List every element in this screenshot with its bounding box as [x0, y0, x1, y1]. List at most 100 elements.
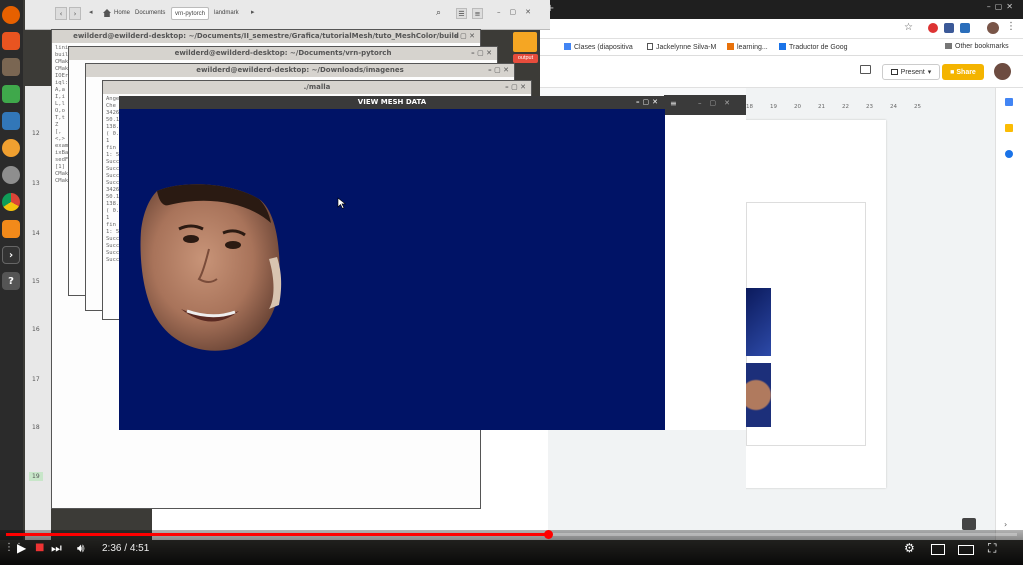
- breadcrumb-home[interactable]: Home: [111, 7, 133, 20]
- folder-icon: [945, 43, 952, 49]
- share-button[interactable]: ■ Share: [942, 64, 984, 80]
- present-label: Present: [900, 68, 925, 76]
- line-number: 14: [32, 230, 40, 237]
- bookmark-label: Clases (diapositiva: [574, 44, 633, 51]
- tasks-icon[interactable]: [1005, 150, 1013, 158]
- mesh-canvas[interactable]: [119, 109, 665, 430]
- firefox-icon[interactable]: [2, 6, 20, 24]
- folder-icon[interactable]: [513, 32, 537, 52]
- settings-icon[interactable]: [2, 166, 20, 184]
- terminal-icon[interactable]: ›: [2, 246, 20, 264]
- mesh-viewer-window[interactable]: VIEW MESH DATA –▢✕: [119, 96, 665, 430]
- document-icon: [647, 43, 653, 50]
- menu-icon[interactable]: ⋮: [1006, 21, 1016, 32]
- ruler-tick: 20: [794, 104, 801, 110]
- title-text: ./malla: [303, 83, 331, 91]
- bookmark-item[interactable]: learning...: [727, 43, 768, 51]
- present-button[interactable]: Present ▾: [882, 64, 940, 80]
- files-icon[interactable]: [2, 58, 20, 76]
- line-number: 19: [29, 472, 43, 481]
- time-display: 2:36 / 4:51: [102, 543, 150, 554]
- face-thumbnail[interactable]: [746, 363, 771, 427]
- chevron-left-icon[interactable]: ◂: [89, 8, 93, 16]
- window-controls[interactable]: – ▢ ✕: [454, 30, 475, 43]
- window-controls[interactable]: – ▢ ✕: [488, 64, 509, 77]
- libreoffice-writer-icon[interactable]: [2, 112, 20, 130]
- keep-icon[interactable]: [1005, 124, 1013, 132]
- profile-icon[interactable]: [987, 22, 999, 34]
- time-total: 4:51: [129, 543, 150, 554]
- chrome-tab-strip: + –▢✕: [540, 0, 1023, 19]
- bookmark-item[interactable]: Traductor de Goog: [779, 43, 848, 51]
- bookmark-item[interactable]: Clases (diapositiva: [564, 43, 633, 51]
- line-number: 13: [32, 180, 40, 187]
- document-background: [548, 430, 746, 540]
- window-titlebar[interactable]: ≡ –▢✕: [664, 95, 746, 115]
- chevron-right-icon[interactable]: ▸: [251, 8, 255, 16]
- title-text: ewilderd@ewilderd-desktop: ~/Documents/I…: [73, 32, 459, 40]
- breadcrumb-vrn-pytorch[interactable]: vrn-pytorch: [171, 7, 210, 20]
- progress-scrubber[interactable]: [544, 530, 553, 539]
- miniplayer-icon[interactable]: [931, 544, 945, 555]
- comment-icon[interactable]: [860, 65, 871, 74]
- other-bookmarks[interactable]: Other bookmarks: [945, 43, 1009, 50]
- bookmark-icon: [727, 43, 734, 50]
- breadcrumb-landmark[interactable]: landmark: [211, 7, 242, 20]
- extension-icon[interactable]: [944, 23, 954, 33]
- menu-icon[interactable]: ≡: [472, 8, 483, 19]
- calendar-icon[interactable]: [1005, 98, 1013, 106]
- eye: [183, 235, 199, 243]
- breadcrumb-documents[interactable]: Documents: [132, 7, 168, 20]
- theater-icon[interactable]: [958, 545, 974, 555]
- ruler-tick: 22: [842, 104, 849, 110]
- avatar[interactable]: [994, 63, 1011, 80]
- rhythmbox-icon[interactable]: [2, 139, 20, 157]
- bookmark-icon: [564, 43, 571, 50]
- libreoffice-calc-icon[interactable]: [2, 85, 20, 103]
- chevron-right-icon[interactable]: ›: [1004, 520, 1007, 529]
- window-controls[interactable]: –▢✕: [987, 2, 1017, 11]
- volume-icon[interactable]: 🔊︎: [77, 541, 85, 555]
- bookmark-label: Other bookmarks: [955, 43, 1009, 50]
- lock-icon: ■: [950, 68, 955, 76]
- play-icon[interactable]: ▶: [17, 541, 26, 555]
- chevron-down-icon: ▾: [927, 69, 932, 76]
- folder-label[interactable]: output: [513, 54, 538, 63]
- line-number: 12: [32, 130, 40, 137]
- help-icon[interactable]: ?: [2, 272, 20, 290]
- window-controls[interactable]: – ▢ ✕: [471, 47, 492, 60]
- line-number: 18: [32, 424, 40, 431]
- slide-filmstrip: 12 13 14 15 16 17 18 19: [25, 86, 51, 540]
- star-icon[interactable]: ☆: [904, 22, 913, 33]
- window-controls[interactable]: –▢✕: [497, 8, 540, 16]
- window-controls[interactable]: –▢✕: [636, 96, 661, 109]
- back-icon[interactable]: ‹: [55, 7, 67, 20]
- settings-icon[interactable]: ⚙: [904, 541, 915, 555]
- stop-icon[interactable]: ■: [35, 541, 44, 555]
- mesh-thumbnail[interactable]: [746, 288, 771, 356]
- add-slide-icon[interactable]: [962, 518, 976, 530]
- window-title: ewilderd@ewilderd-desktop: ~/Documents/v…: [69, 47, 497, 60]
- extension-icon[interactable]: [960, 23, 970, 33]
- list-view-icon[interactable]: ☰: [456, 8, 467, 19]
- chrome-icon[interactable]: [2, 193, 20, 211]
- search-icon[interactable]: ⌕: [436, 8, 441, 18]
- ubuntu-software-icon[interactable]: [2, 32, 20, 50]
- present-icon: [890, 69, 898, 75]
- extension-icon[interactable]: [928, 23, 938, 33]
- title-text: ewilderd@ewilderd-desktop: ~/Documents/v…: [174, 49, 392, 57]
- bookmark-item[interactable]: Jackelynne Silva-M: [647, 43, 716, 51]
- progress-fill: [6, 533, 548, 536]
- ruler-tick: 25: [914, 104, 921, 110]
- sublime-text-icon[interactable]: [2, 220, 20, 238]
- window-controls[interactable]: –▢✕: [698, 99, 738, 107]
- forward-icon[interactable]: ›: [69, 7, 81, 20]
- fullscreen-icon[interactable]: ⛶: [988, 541, 996, 555]
- title-text: ewilderd@ewilderd-desktop: ~/Downloads/i…: [196, 66, 404, 74]
- menu-icon[interactable]: ≡: [670, 99, 677, 108]
- ruler-tick: 23: [866, 104, 873, 110]
- screen: + –▢✕ ☆ ⋮ Clases (diapositiva Jackelynne…: [0, 0, 1023, 565]
- next-icon[interactable]: ⏭: [51, 541, 62, 555]
- window-controls[interactable]: – ▢ ✕: [505, 81, 526, 94]
- ruler-tick: 24: [890, 104, 897, 110]
